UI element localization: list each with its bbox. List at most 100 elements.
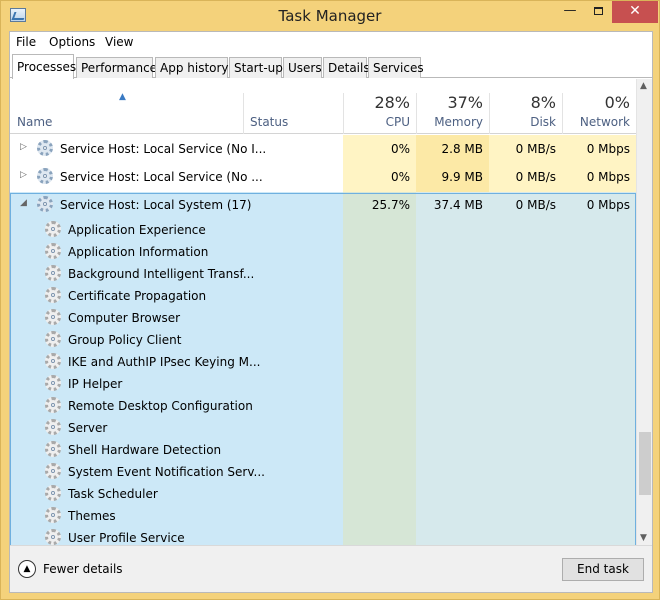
tab-users[interactable]: Users xyxy=(283,57,322,78)
title-bar[interactable]: Task Manager — ✕ xyxy=(1,1,659,31)
service-row[interactable]: Computer Browser xyxy=(10,307,636,329)
column-name[interactable]: Name xyxy=(17,115,52,129)
service-name: IKE and AuthIP IPsec Keying M... xyxy=(68,355,261,369)
close-button[interactable]: ✕ xyxy=(612,1,658,23)
process-group-row-selected[interactable]: ◢ Service Host: Local System (17) 25.7% … xyxy=(10,194,636,216)
maximize-icon xyxy=(593,7,603,15)
service-name: Application Experience xyxy=(68,223,206,237)
end-task-button[interactable]: End task xyxy=(562,558,644,581)
service-row[interactable]: Server xyxy=(10,417,636,439)
memory-total-percent[interactable]: 37% xyxy=(416,93,483,112)
service-name: Application Information xyxy=(68,245,209,259)
process-name: Service Host: Local Service (No I... xyxy=(60,142,267,156)
tab-processes[interactable]: Processes xyxy=(12,54,76,79)
tab-app-history[interactable]: App history xyxy=(155,57,229,78)
service-row[interactable]: Background Intelligent Transf... xyxy=(10,263,636,285)
chevron-up-icon[interactable]: ▲ xyxy=(18,560,36,578)
process-row[interactable]: ▷ Service Host: Local Service (No ... 0%… xyxy=(10,166,636,188)
network-value: 0 Mbps xyxy=(586,198,630,212)
memory-value: 37.4 MB xyxy=(433,198,483,212)
network-total-percent[interactable]: 0% xyxy=(562,93,630,112)
disk-value: 0 MB/s xyxy=(515,142,556,156)
process-name: Service Host: Local System (17) xyxy=(60,198,252,212)
service-gear-icon xyxy=(45,309,61,325)
cpu-value: 0% xyxy=(390,142,410,156)
service-name: IP Helper xyxy=(68,377,123,391)
disk-total-percent[interactable]: 8% xyxy=(489,93,556,112)
expand-arrow-icon[interactable]: ▷ xyxy=(20,142,27,152)
service-gear-icon xyxy=(45,221,61,237)
client-area: File Options View Processes Performance … xyxy=(9,31,653,593)
service-gear-icon xyxy=(45,419,61,435)
service-row[interactable]: Remote Desktop Configuration xyxy=(10,395,636,417)
process-table: ▲ Name Status 28% CPU 37% Memory 8% Disk… xyxy=(10,79,652,545)
service-row[interactable]: System Event Notification Serv... xyxy=(10,461,636,483)
cpu-total-percent[interactable]: 28% xyxy=(343,93,410,112)
service-gear-icon xyxy=(45,331,61,347)
service-gear-icon xyxy=(45,507,61,523)
tab-start-up[interactable]: Start-up xyxy=(229,57,283,78)
service-gear-icon xyxy=(45,265,61,281)
service-row[interactable]: IKE and AuthIP IPsec Keying M... xyxy=(10,351,636,373)
service-gear-icon xyxy=(45,375,61,391)
service-row[interactable]: User Profile Service xyxy=(10,527,636,545)
network-value: 0 Mbps xyxy=(586,142,630,156)
tab-details[interactable]: Details xyxy=(323,57,370,78)
process-row[interactable]: ▷ Service Host: Local Service (No I... 0… xyxy=(10,138,636,160)
service-row[interactable]: Themes xyxy=(10,505,636,527)
menu-options[interactable]: Options xyxy=(49,35,95,49)
fewer-details-label[interactable]: Fewer details xyxy=(43,562,123,576)
maximize-button[interactable] xyxy=(584,1,612,23)
service-row[interactable]: Task Scheduler xyxy=(10,483,636,505)
menu-view[interactable]: View xyxy=(105,35,133,49)
minimize-button[interactable]: — xyxy=(556,1,584,23)
tab-performance[interactable]: Performance xyxy=(76,57,157,78)
process-name: Service Host: Local Service (No ... xyxy=(60,170,263,184)
service-gear-icon xyxy=(45,485,61,501)
column-divider[interactable] xyxy=(243,93,244,134)
service-name: System Event Notification Serv... xyxy=(68,465,265,479)
service-name: Task Scheduler xyxy=(68,487,158,501)
cpu-value: 25.7% xyxy=(371,198,410,212)
collapse-arrow-icon[interactable]: ◢ xyxy=(20,198,27,208)
service-name: Certificate Propagation xyxy=(68,289,207,303)
cpu-value: 0% xyxy=(390,170,410,184)
column-status[interactable]: Status xyxy=(250,115,288,129)
service-row[interactable]: Certificate Propagation xyxy=(10,285,636,307)
service-row[interactable]: IP Helper xyxy=(10,373,636,395)
service-gear-icon xyxy=(45,353,61,369)
service-gear-icon xyxy=(45,463,61,479)
service-gear-icon xyxy=(45,441,61,457)
menu-file[interactable]: File xyxy=(16,35,36,49)
tab-bar: Processes Performance App history Start-… xyxy=(10,54,652,79)
disk-value: 0 MB/s xyxy=(515,170,556,184)
service-name: Themes xyxy=(68,509,116,523)
sort-ascending-icon[interactable]: ▲ xyxy=(119,92,126,102)
service-gear-icon xyxy=(37,196,53,212)
service-row[interactable]: Application Experience xyxy=(10,219,636,241)
footer-bar: ▲ Fewer details End task xyxy=(10,545,652,592)
service-name: Computer Browser xyxy=(68,311,181,325)
service-gear-icon xyxy=(45,529,61,545)
tab-services[interactable]: Services xyxy=(368,57,424,78)
column-memory[interactable]: Memory xyxy=(416,115,483,129)
expand-arrow-icon[interactable]: ▷ xyxy=(20,170,27,180)
column-cpu[interactable]: CPU xyxy=(343,115,410,129)
column-disk[interactable]: Disk xyxy=(489,115,556,129)
network-value: 0 Mbps xyxy=(586,170,630,184)
table-header: ▲ Name Status 28% CPU 37% Memory 8% Disk… xyxy=(10,79,636,134)
scroll-down-arrow-icon[interactable]: ▼ xyxy=(640,533,647,543)
service-row[interactable]: Shell Hardware Detection xyxy=(10,439,636,461)
memory-value: 2.8 MB xyxy=(441,142,483,156)
memory-value: 9.9 MB xyxy=(441,170,483,184)
service-row[interactable]: Group Policy Client xyxy=(10,329,636,351)
scroll-thumb[interactable] xyxy=(639,432,651,495)
service-name: Background Intelligent Transf... xyxy=(68,267,255,281)
vertical-scrollbar[interactable]: ▲ ▼ xyxy=(636,79,652,545)
disk-value: 0 MB/s xyxy=(515,198,556,212)
service-gear-icon xyxy=(45,243,61,259)
service-row[interactable]: Application Information xyxy=(10,241,636,263)
service-name: User Profile Service xyxy=(68,531,185,545)
column-network[interactable]: Network xyxy=(562,115,630,129)
scroll-up-arrow-icon[interactable]: ▲ xyxy=(640,81,647,91)
